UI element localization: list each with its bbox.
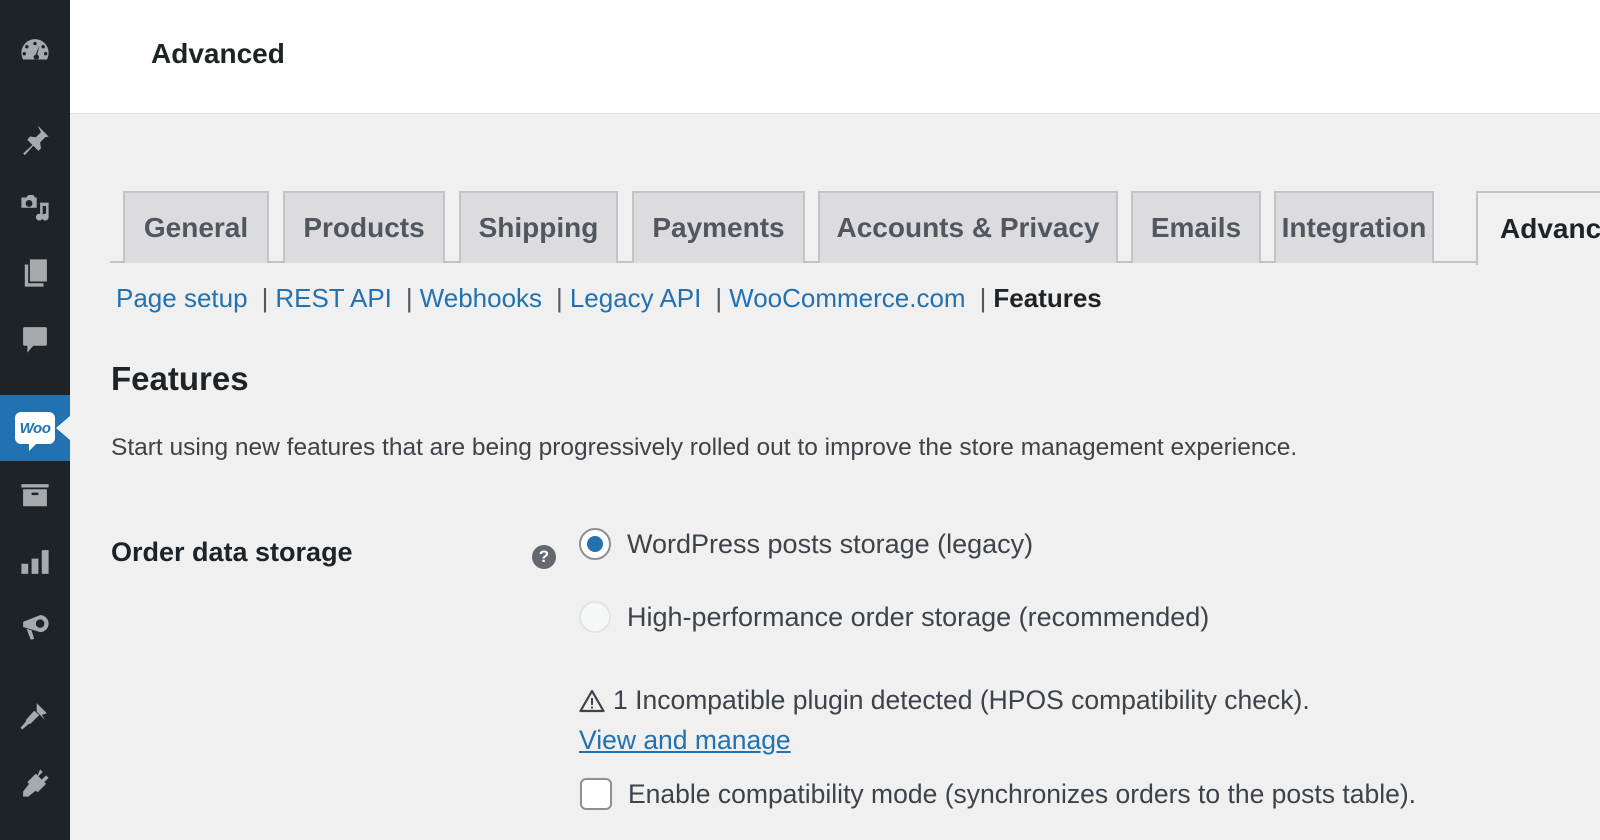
order-storage-label: Order data storage	[111, 537, 353, 567]
archive-icon	[21, 484, 49, 507]
plugin-icon	[23, 769, 49, 797]
compat-mode-option[interactable]: Enable compatibility mode (synchronizes …	[580, 778, 1416, 810]
admin-sidebar: Woo	[0, 0, 70, 840]
subnav-rest-api[interactable]: REST API	[275, 283, 392, 314]
subnav-separator: |	[556, 283, 563, 313]
page-header: Advanced	[70, 0, 1600, 114]
subnav-webhooks[interactable]: Webhooks	[420, 283, 542, 314]
subnav-separator: |	[405, 283, 413, 313]
subnav-woocommerce-com[interactable]: WooCommerce.com	[729, 283, 965, 314]
incompatible-plugin-warning: 1 Incompatible plugin detected (HPOS com…	[579, 685, 1310, 716]
tab-advanced[interactable]: Advanced	[1476, 191, 1600, 265]
tab-shipping[interactable]: Shipping	[459, 191, 618, 263]
sidebar-item-media[interactable]	[0, 173, 70, 239]
sidebar-item-appearance[interactable]	[0, 682, 70, 748]
warning-text: 1 Incompatible plugin detected (HPOS com…	[613, 685, 1310, 715]
comments-icon	[23, 327, 47, 353]
settings-tabs: General Products Shipping Payments Accou…	[110, 191, 1600, 265]
sidebar-item-analytics[interactable]	[0, 529, 70, 595]
sidebar-item-comments[interactable]	[0, 306, 70, 372]
subnav-separator: |	[261, 283, 269, 313]
section-title: Features	[111, 360, 249, 397]
sidebar-item-woocommerce[interactable]: Woo	[0, 395, 70, 461]
radio-posts-storage[interactable]	[579, 528, 611, 560]
section-description: Start using new features that are being …	[111, 434, 1298, 461]
subnav-features-current: Features	[993, 283, 1102, 313]
warning-triangle-icon	[579, 689, 605, 712]
paintbrush-icon	[20, 703, 47, 730]
tab-general[interactable]: General	[123, 191, 269, 263]
section-subnav: Page setup | REST API | Webhooks | Legac…	[116, 283, 1102, 314]
sidebar-item-products[interactable]	[0, 463, 70, 529]
tab-products[interactable]: Products	[283, 191, 445, 263]
radio-option-posts-storage[interactable]: WordPress posts storage (legacy)	[579, 528, 1033, 560]
view-and-manage-link[interactable]: View and manage	[579, 725, 791, 756]
subnav-page-setup[interactable]: Page setup	[116, 283, 248, 314]
woo-badge-text: Woo	[19, 419, 51, 437]
sidebar-item-pages[interactable]	[0, 240, 70, 306]
sidebar-item-marketing[interactable]	[0, 594, 70, 660]
radio-hpos[interactable]	[579, 601, 611, 633]
subnav-separator: |	[979, 283, 987, 313]
woocommerce-icon: Woo	[15, 412, 55, 451]
sidebar-item-posts[interactable]	[0, 106, 70, 172]
sidebar-item-plugins[interactable]	[0, 750, 70, 816]
tab-emails[interactable]: Emails	[1131, 191, 1261, 263]
compat-mode-checkbox[interactable]	[580, 778, 612, 810]
tab-payments[interactable]: Payments	[632, 191, 805, 263]
media-icon	[21, 194, 49, 221]
pin-icon	[23, 125, 49, 156]
radio-hpos-label: High-performance order storage (recommen…	[627, 601, 1210, 632]
sidebar-item-dashboard[interactable]	[0, 18, 70, 84]
radio-posts-storage-label: WordPress posts storage (legacy)	[627, 528, 1034, 559]
megaphone-icon	[23, 615, 49, 640]
tab-integration[interactable]: Integration	[1274, 191, 1434, 263]
help-icon[interactable]: ?	[532, 545, 556, 569]
radio-option-hpos[interactable]: High-performance order storage (recommen…	[579, 601, 1209, 633]
subnav-separator: |	[715, 283, 723, 313]
compat-mode-label: Enable compatibility mode (synchronizes …	[628, 778, 1417, 809]
pages-icon	[24, 259, 47, 287]
analytics-icon	[21, 550, 49, 574]
page-title: Advanced	[151, 38, 285, 69]
dashboard-icon	[21, 39, 49, 60]
subnav-legacy-api[interactable]: Legacy API	[570, 283, 702, 314]
tab-accounts-privacy[interactable]: Accounts & Privacy	[818, 191, 1118, 263]
